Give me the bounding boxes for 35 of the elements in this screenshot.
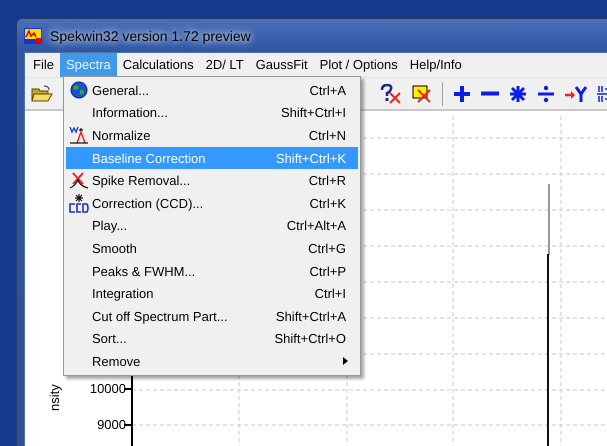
y-tick-label: 10000 bbox=[90, 380, 126, 398]
menu-item[interactable]: Correction (CCD)... Ctrl+K bbox=[66, 192, 358, 215]
menu-bar-item[interactable]: Calculations bbox=[116, 53, 200, 77]
delete-box-icon[interactable] bbox=[412, 84, 432, 104]
help-delete-icon[interactable] bbox=[380, 84, 402, 104]
window-title: Spekwin32 version 1.72 preview bbox=[50, 28, 251, 44]
divide-icon[interactable] bbox=[537, 84, 555, 102]
globe-icon bbox=[70, 81, 88, 100]
menu-bar-item[interactable]: GaussFit bbox=[250, 53, 314, 77]
menu-item[interactable]: Play... Ctrl+Alt+A bbox=[66, 214, 358, 238]
menu-bar-item[interactable]: File bbox=[27, 53, 60, 77]
minus-icon[interactable] bbox=[481, 91, 499, 96]
menu-item[interactable]: Smooth Ctrl+G bbox=[66, 237, 358, 260]
menu-item[interactable]: Peaks & FWHM... Ctrl+P bbox=[66, 260, 358, 282]
app-icon bbox=[24, 28, 42, 44]
asterisk-icon[interactable] bbox=[509, 84, 527, 102]
menu-item[interactable]: Information... Shift+Ctrl+I bbox=[66, 102, 358, 124]
menu-item[interactable]: Sort... Shift+Ctrl+O bbox=[66, 328, 358, 350]
y-axis-label: nsity bbox=[47, 384, 63, 411]
plus-icon[interactable] bbox=[453, 84, 471, 102]
menu-item[interactable]: Cut off Spectrum Part... Shift+Ctrl+A bbox=[66, 304, 358, 328]
normalize-icon bbox=[69, 126, 89, 144]
menu-bar-item[interactable]: 2D/ LT bbox=[200, 53, 250, 77]
menu-item[interactable]: Integration Ctrl+I bbox=[66, 282, 358, 305]
menu-item[interactable]: Normalize Ctrl+N bbox=[66, 124, 358, 147]
menu-bar-item[interactable]: Help/Info bbox=[404, 53, 468, 77]
menu-bar-item[interactable]: Plot / Options bbox=[314, 53, 404, 77]
arrow-y-icon[interactable] bbox=[565, 84, 587, 102]
spike-removal-icon bbox=[69, 172, 89, 190]
menu-item[interactable]: Remove bbox=[66, 350, 358, 373]
y-tick-label: 9000 bbox=[97, 416, 126, 434]
open-folder-icon[interactable] bbox=[31, 84, 53, 102]
submenu-arrow-icon bbox=[343, 357, 348, 366]
ccd-icon bbox=[68, 193, 90, 214]
menu-item[interactable]: Spike Removal... Ctrl+R bbox=[66, 169, 358, 192]
